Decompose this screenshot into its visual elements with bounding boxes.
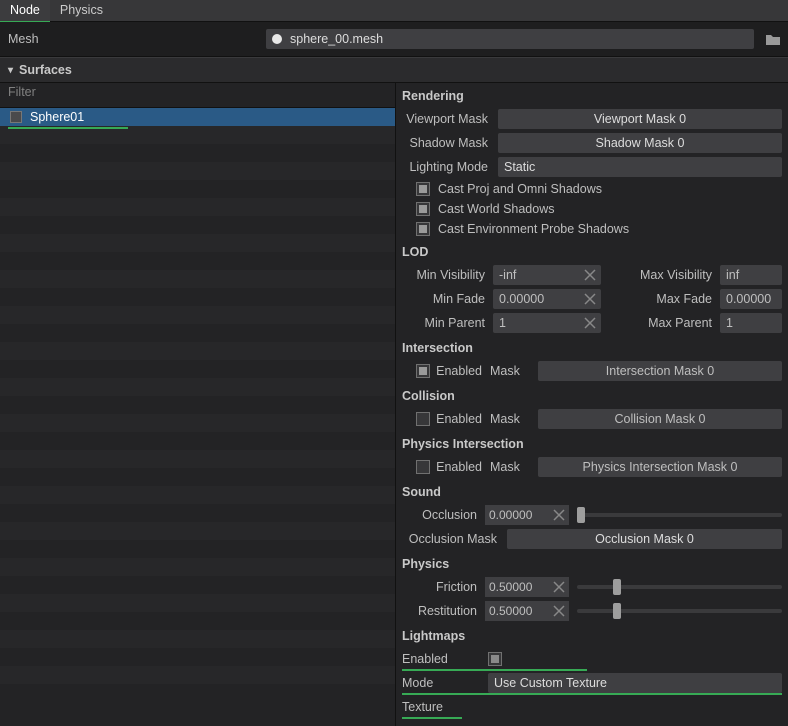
mesh-label: Mesh: [6, 32, 256, 46]
lightmaps-title: Lightmaps: [396, 623, 788, 647]
phys-intersection-title: Physics Intersection: [396, 431, 788, 455]
surface-checkbox[interactable]: [10, 111, 22, 123]
surfaces-filter-input[interactable]: Filter: [0, 83, 395, 108]
highlight-underline: [402, 717, 462, 719]
lod-title: LOD: [396, 239, 788, 263]
tab-bar: Node Physics: [0, 0, 788, 22]
collision-enabled-checkbox[interactable]: [416, 412, 430, 426]
max-visibility-input[interactable]: inf: [720, 265, 782, 285]
occlusion-mask-label: Occlusion Mask: [402, 532, 507, 546]
max-fade-label: Max Fade: [629, 292, 720, 306]
collision-enabled-label: Enabled: [436, 412, 482, 426]
reset-icon[interactable]: [552, 508, 566, 522]
cast-proj-omni-checkbox[interactable]: [416, 182, 430, 196]
mesh-icon: [272, 34, 282, 44]
lightmaps-texture-label: Texture: [402, 700, 488, 714]
min-fade-label: Min Fade: [402, 292, 493, 306]
properties-panel: Rendering Viewport Mask Viewport Mask 0 …: [396, 83, 788, 726]
min-parent-label: Min Parent: [402, 316, 493, 330]
cast-proj-omni-label: Cast Proj and Omni Shadows: [438, 182, 602, 196]
friction-slider[interactable]: [577, 577, 782, 597]
cast-world-checkbox[interactable]: [416, 202, 430, 216]
surfaces-list: Sphere01: [0, 108, 395, 726]
intersection-enabled-label: Enabled: [436, 364, 482, 378]
reset-icon[interactable]: [583, 316, 597, 330]
lightmaps-enabled-label: Enabled: [402, 652, 488, 666]
shadow-mask-label: Shadow Mask: [402, 136, 498, 150]
lightmaps-mode-label: Mode: [402, 676, 488, 690]
cast-world-label: Cast World Shadows: [438, 202, 555, 216]
shadow-mask-button[interactable]: Shadow Mask 0: [498, 133, 782, 153]
surfaces-panel: Filter Sphere01: [0, 83, 396, 726]
max-fade-input[interactable]: 0.00000: [720, 289, 782, 309]
max-parent-label: Max Parent: [629, 316, 720, 330]
phys-intersection-mask-button[interactable]: Physics Intersection Mask 0: [538, 457, 782, 477]
intersection-mask-button[interactable]: Intersection Mask 0: [538, 361, 782, 381]
viewport-mask-label: Viewport Mask: [402, 112, 498, 126]
phys-intersection-enabled-label: Enabled: [436, 460, 482, 474]
collision-mask-label: Mask: [490, 412, 530, 426]
min-fade-input[interactable]: 0.00000: [493, 289, 601, 309]
surfaces-header[interactable]: ▾ Surfaces: [0, 57, 788, 83]
min-visibility-input[interactable]: -inf: [493, 265, 601, 285]
phys-intersection-mask-label: Mask: [490, 460, 530, 474]
restitution-input[interactable]: 0.50000: [485, 601, 569, 621]
lightmaps-texture-row: Texture: [396, 695, 788, 719]
restitution-label: Restitution: [402, 604, 477, 618]
reset-icon[interactable]: [583, 268, 597, 282]
restitution-slider[interactable]: [577, 601, 782, 621]
surfaces-title: Surfaces: [19, 63, 72, 77]
occlusion-slider[interactable]: [577, 505, 782, 525]
occlusion-mask-button[interactable]: Occlusion Mask 0: [507, 529, 782, 549]
rendering-title: Rendering: [396, 83, 788, 107]
occlusion-label: Occlusion: [402, 508, 477, 522]
reset-icon[interactable]: [583, 292, 597, 306]
lightmaps-enabled-checkbox[interactable]: [488, 652, 502, 666]
max-parent-input[interactable]: 1: [720, 313, 782, 333]
physics-title: Physics: [396, 551, 788, 575]
min-visibility-label: Min Visibility: [402, 268, 493, 282]
tab-physics[interactable]: Physics: [50, 0, 113, 21]
viewport-mask-button[interactable]: Viewport Mask 0: [498, 109, 782, 129]
cast-env-checkbox[interactable]: [416, 222, 430, 236]
intersection-title: Intersection: [396, 335, 788, 359]
tab-node[interactable]: Node: [0, 0, 50, 23]
phys-intersection-enabled-checkbox[interactable]: [416, 460, 430, 474]
intersection-enabled-checkbox[interactable]: [416, 364, 430, 378]
lightmaps-mode-row: Mode Use Custom Texture: [396, 671, 788, 695]
lighting-mode-label: Lighting Mode: [402, 160, 498, 174]
reset-icon[interactable]: [552, 604, 566, 618]
chevron-down-icon: ▾: [8, 65, 13, 76]
collision-title: Collision: [396, 383, 788, 407]
highlight-strip: [8, 127, 128, 129]
intersection-mask-label: Mask: [490, 364, 530, 378]
collision-mask-button[interactable]: Collision Mask 0: [538, 409, 782, 429]
min-parent-input[interactable]: 1: [493, 313, 601, 333]
occlusion-input[interactable]: 0.00000: [485, 505, 569, 525]
lightmaps-enabled-row: Enabled: [396, 647, 788, 671]
mesh-field[interactable]: sphere_00.mesh: [266, 29, 754, 49]
reset-icon[interactable]: [552, 580, 566, 594]
lighting-mode-dropdown[interactable]: Static: [498, 157, 782, 177]
mesh-row: Mesh sphere_00.mesh: [0, 22, 788, 57]
sound-title: Sound: [396, 479, 788, 503]
list-item[interactable]: Sphere01: [0, 108, 395, 126]
lightmaps-mode-dropdown[interactable]: Use Custom Texture: [488, 673, 782, 693]
mesh-browse-button[interactable]: [764, 30, 782, 48]
max-visibility-label: Max Visibility: [629, 268, 720, 282]
folder-icon: [766, 33, 780, 45]
cast-env-label: Cast Environment Probe Shadows: [438, 222, 629, 236]
friction-label: Friction: [402, 580, 477, 594]
surface-name: Sphere01: [30, 110, 84, 124]
friction-input[interactable]: 0.50000: [485, 577, 569, 597]
mesh-value: sphere_00.mesh: [290, 32, 383, 46]
